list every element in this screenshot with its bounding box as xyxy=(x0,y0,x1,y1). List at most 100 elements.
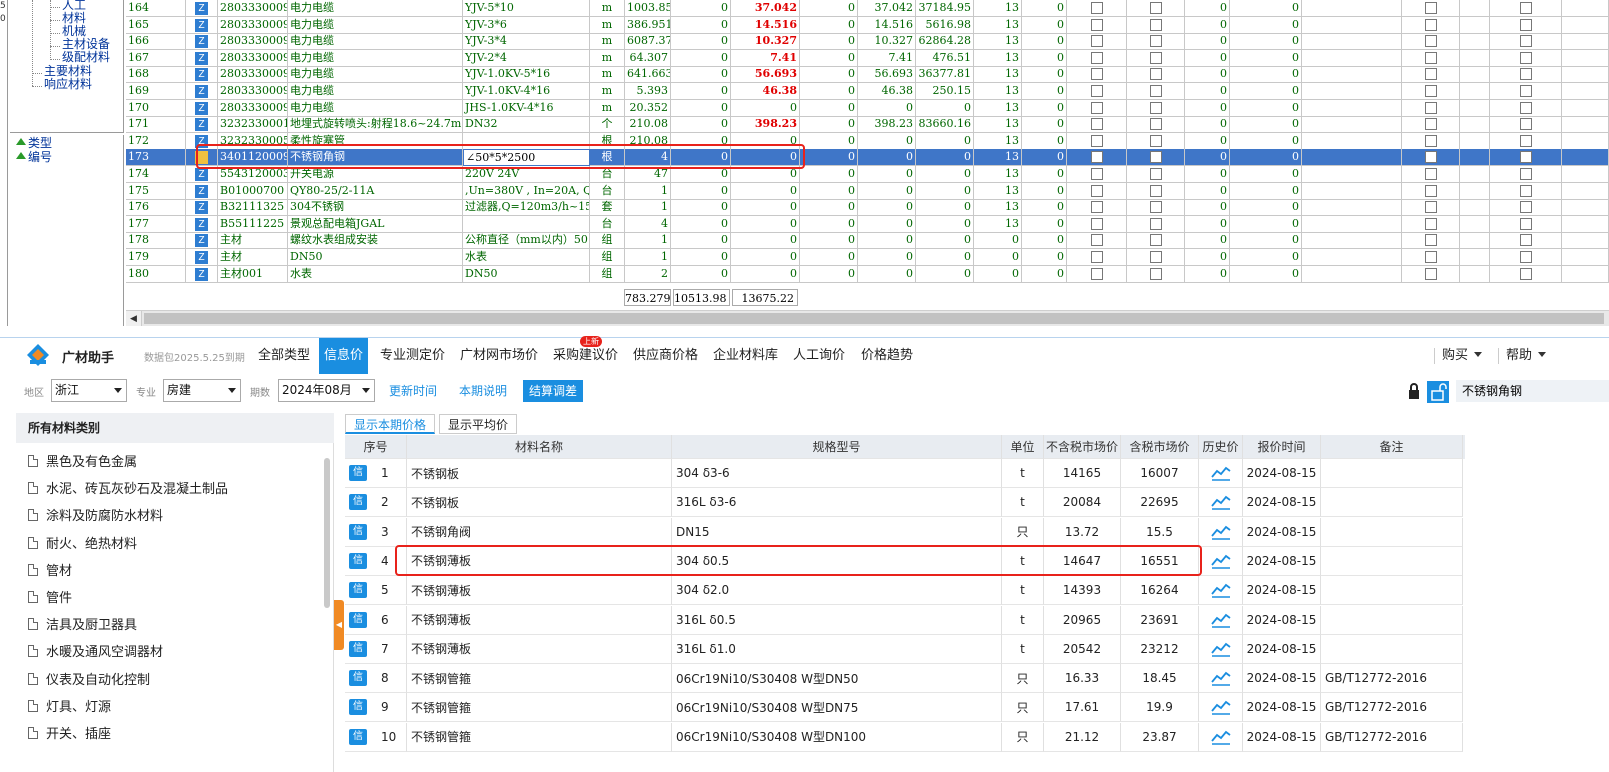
grid-cell-c6[interactable]: 13 xyxy=(974,99,1022,117)
grid-cell-code[interactable]: B01000700 xyxy=(218,182,288,200)
grid-checkbox[interactable] xyxy=(1067,149,1127,167)
grid-checkbox[interactable] xyxy=(1402,249,1460,266)
grid-cell-unit[interactable]: m xyxy=(590,33,625,51)
checkbox[interactable] xyxy=(1149,2,1162,14)
grid-cell-c3[interactable]: 0 xyxy=(800,66,858,84)
grid-cell-qty[interactable]: 1 xyxy=(625,182,671,200)
tab-price-trend[interactable]: 价格趋势 xyxy=(856,338,918,374)
grid-checkbox[interactable] xyxy=(1402,49,1460,67)
grid-cell-c2[interactable]: 56.693 xyxy=(731,66,800,84)
grid-cell-c4[interactable]: 0 xyxy=(858,232,916,250)
grid-cell-empty[interactable] xyxy=(1460,66,1490,84)
checkbox[interactable] xyxy=(1149,201,1162,214)
history-price-cell[interactable] xyxy=(1199,517,1243,547)
grid-checkbox[interactable] xyxy=(1127,0,1185,17)
grid-cell-no[interactable]: 179 xyxy=(126,249,186,266)
grid-cell-qty[interactable]: 2 xyxy=(625,265,671,283)
grid-cell-c6[interactable]: 13 xyxy=(974,166,1022,183)
grid-cell-c8[interactable]: 0 xyxy=(1185,149,1230,167)
grid-cell-code[interactable]: B32111325 xyxy=(218,199,288,217)
grid-cell-c7[interactable]: 0 xyxy=(1022,99,1067,117)
checkbox[interactable] xyxy=(1519,101,1532,114)
tab-average-price[interactable]: 显示平均价 xyxy=(439,414,518,434)
grid-cell-c9[interactable]: 0 xyxy=(1230,249,1302,266)
grid-cell-c5[interactable]: 250.15 xyxy=(916,83,974,100)
grid-checkbox[interactable] xyxy=(1490,132,1562,150)
tree-item-mix-material[interactable]: 级配材料 xyxy=(62,50,110,64)
grid-cell-c7[interactable]: 0 xyxy=(1022,182,1067,200)
grid-row[interactable]: 169 Z 2803330009 电力电缆 YJV-1.0KV-4*16 m 5.393 0 4… xyxy=(126,83,1609,100)
grid-row[interactable]: 177 Z B55111225 景观总配电箱JGAL 台 4 0 0 0 0 0 13 0 0 0 xyxy=(126,215,1609,233)
grid-cell-name[interactable]: 地埋式旋转喷头:射程18.6~24.7m, xyxy=(288,116,463,134)
grid-cell-c8[interactable]: 0 xyxy=(1185,132,1230,150)
grid-cell-c6[interactable]: 0 xyxy=(974,265,1022,283)
grid-cell-c3[interactable]: 0 xyxy=(800,33,858,51)
checkbox[interactable] xyxy=(1424,35,1437,48)
grid-cell-c4[interactable]: 398.23 xyxy=(858,116,916,134)
grid-cell-c8[interactable]: 0 xyxy=(1185,182,1230,200)
grid-cell-empty[interactable] xyxy=(1562,199,1609,217)
tree-item-response-material[interactable]: 响应材料 xyxy=(44,77,92,91)
grid-cell-unit[interactable]: 套 xyxy=(590,199,625,217)
grid-cell-spec[interactable]: JHS-1.0KV-4*16 xyxy=(463,99,590,117)
grid-cell-qty[interactable]: 5.393 xyxy=(625,83,671,100)
grid-cell-qty[interactable]: 1003.85 xyxy=(625,0,671,17)
column-header[interactable]: 材料名称 xyxy=(407,435,672,459)
grid-cell-empty[interactable] xyxy=(1460,99,1490,117)
grid-checkbox[interactable] xyxy=(1067,49,1127,67)
checkbox[interactable] xyxy=(1090,68,1103,81)
grid-cell-c5[interactable]: 476.51 xyxy=(916,49,974,67)
scroll-thumb[interactable] xyxy=(144,313,1604,324)
history-price-cell[interactable] xyxy=(1199,488,1243,518)
checkbox[interactable] xyxy=(1519,18,1532,31)
help-menu[interactable]: 帮助 xyxy=(1506,338,1547,374)
grid-cell-empty[interactable] xyxy=(1460,232,1490,250)
grid-cell-spec[interactable]: DN32 xyxy=(463,116,590,134)
grid-cell-spec[interactable]: DN50 xyxy=(463,265,590,283)
trend-chart-icon[interactable] xyxy=(1210,553,1231,569)
checkbox[interactable] xyxy=(1519,151,1532,164)
grid-cell-c6[interactable]: 13 xyxy=(974,116,1022,134)
row-type-icon[interactable]: Z xyxy=(186,16,218,34)
grid-cell-c1[interactable]: 0 xyxy=(671,66,731,84)
grid-cell-empty[interactable] xyxy=(1460,49,1490,67)
grid-cell-c3[interactable]: 0 xyxy=(800,49,858,67)
checkbox[interactable] xyxy=(1424,101,1437,114)
grid-cell-no[interactable]: 167 xyxy=(126,49,186,67)
grid-cell-c7[interactable]: 0 xyxy=(1022,199,1067,217)
grid-cell-c3[interactable]: 0 xyxy=(800,232,858,250)
grid-cell-spec[interactable]: ∠50*5*2500 xyxy=(463,149,590,167)
grid-checkbox[interactable] xyxy=(1127,199,1185,217)
checkbox[interactable] xyxy=(1149,217,1162,230)
info-badge-icon[interactable]: 信 xyxy=(349,640,367,657)
tab-info-price[interactable]: 信息价 xyxy=(319,338,369,374)
grid-checkbox[interactable] xyxy=(1402,215,1460,233)
column-header[interactable]: 序号 xyxy=(345,435,407,459)
grid-cell-code[interactable]: 2803330009 xyxy=(218,0,288,17)
grid-cell-c5[interactable]: 0 xyxy=(916,182,974,200)
grid-cell-c9[interactable]: 0 xyxy=(1230,49,1302,67)
history-price-cell[interactable] xyxy=(1199,693,1243,723)
checkbox[interactable] xyxy=(1090,101,1103,114)
category-item[interactable]: 水泥、砖瓦灰砂石及混凝土制品 xyxy=(28,480,228,500)
tab-labor-inquiry[interactable]: 人工询价 xyxy=(788,338,850,374)
grid-cell-qty[interactable]: 386.951 xyxy=(625,16,671,34)
grid-cell-code[interactable]: 3232330001 xyxy=(218,116,288,134)
grid-checkbox[interactable] xyxy=(1067,99,1127,117)
history-price-cell[interactable] xyxy=(1199,459,1243,488)
grid-cell-c2[interactable]: 0 xyxy=(731,99,800,117)
grid-row[interactable]: 179 Z 主材 DN50 水表组 1 0 0 0 0 0 0 0 0 0 xyxy=(126,249,1609,266)
grid-cell-c1[interactable]: 0 xyxy=(671,249,731,266)
grid-checkbox[interactable] xyxy=(1490,66,1562,84)
grid-cell-spec[interactable]: YJV-3*4 xyxy=(463,33,590,51)
checkbox[interactable] xyxy=(1149,134,1162,147)
trend-chart-icon[interactable] xyxy=(1210,494,1231,511)
grid-cell-empty[interactable] xyxy=(1302,49,1402,67)
checkbox[interactable] xyxy=(1090,234,1103,247)
history-price-cell[interactable] xyxy=(1199,634,1243,664)
grid-row[interactable]: 167 Z 2803330009 电力电缆 YJV-2*4 m 64.307 0 7.41 0 7.… xyxy=(126,49,1609,67)
grid-cell-c2[interactable]: 0 xyxy=(731,149,800,167)
update-time-button[interactable]: 更新时间 xyxy=(383,380,443,402)
grid-cell-spec[interactable]: YJV-5*10 xyxy=(463,0,590,17)
grid-cell-qty[interactable]: 64.307 xyxy=(625,49,671,67)
